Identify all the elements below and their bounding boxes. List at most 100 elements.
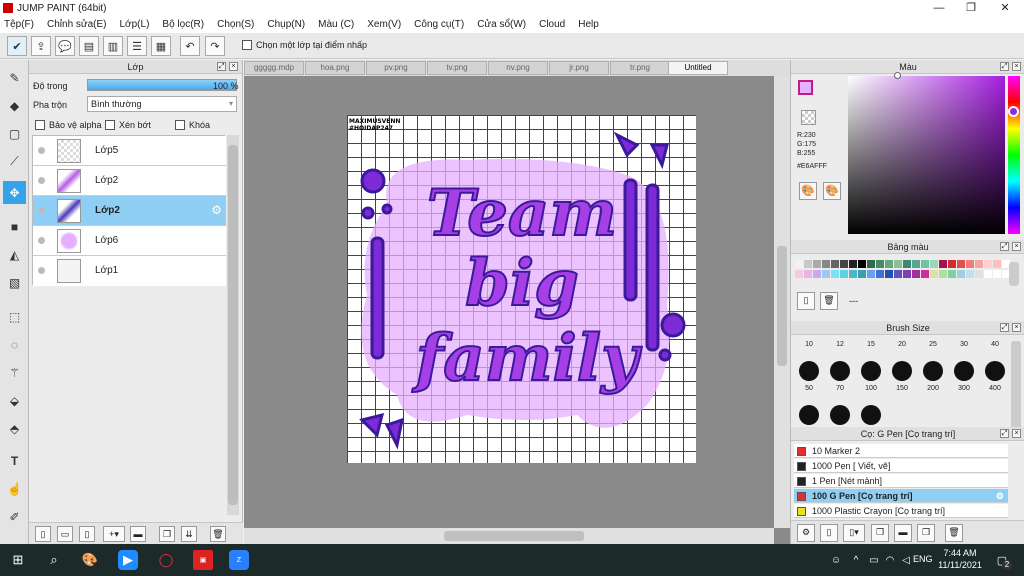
palette-swatch[interactable] — [894, 260, 902, 268]
palette-swatch[interactable] — [903, 260, 911, 268]
brush-settings-icon[interactable]: ⚙ — [797, 524, 815, 542]
palette-swatch[interactable] — [876, 270, 884, 278]
tab-document[interactable]: hoa.png — [305, 61, 365, 75]
tab-document[interactable]: tr.png — [610, 61, 670, 75]
hue-slider[interactable] — [1008, 76, 1020, 234]
vertical-scroll-thumb[interactable] — [777, 246, 787, 366]
delete-palette-color-icon[interactable]: 🗑 — [820, 292, 838, 310]
brush-size-dot[interactable] — [892, 361, 912, 381]
palette-swatch[interactable] — [858, 270, 866, 278]
tab-document-active[interactable]: Untitled — [668, 61, 728, 75]
palette-swatch[interactable] — [930, 260, 938, 268]
add-brush-menu-icon[interactable]: ▯▾ — [843, 524, 865, 542]
lasso-select-icon[interactable]: ◌ — [3, 333, 26, 356]
brush-size-dot[interactable] — [923, 361, 943, 381]
palette-swatch[interactable] — [840, 270, 848, 278]
palette-swatch[interactable] — [804, 260, 812, 268]
select-eraser-icon[interactable]: ⬘ — [3, 417, 26, 440]
layer-scroll-thumb[interactable] — [228, 145, 238, 505]
list-icon[interactable]: ☰ — [127, 36, 147, 56]
palette-swatch[interactable] — [957, 270, 965, 278]
palette-swatch[interactable] — [876, 260, 884, 268]
current-color-swatch[interactable] — [798, 80, 813, 95]
palette-swatch[interactable] — [822, 270, 830, 278]
menu-capture[interactable]: Chụp(N) — [267, 19, 305, 30]
canvas-vertical-scrollbar[interactable] — [774, 76, 790, 528]
language-indicator[interactable]: ENG — [913, 554, 933, 564]
message-icon[interactable]: ▤ — [79, 36, 99, 56]
palette-edit-icon[interactable]: 🎨 — [823, 182, 841, 200]
folder-icon[interactable]: ▬ — [130, 526, 146, 542]
document-canvas[interactable]: Team big family MAXIMUSVENN #HOIDAP247 — [347, 115, 696, 463]
palette-swatch[interactable] — [993, 260, 1001, 268]
brush-size-dot[interactable] — [861, 405, 881, 425]
menu-filter[interactable]: Bộ lọc(R) — [162, 19, 204, 30]
horizontal-scroll-thumb[interactable] — [444, 531, 584, 541]
eraser-tool-icon[interactable]: ◆ — [3, 94, 26, 117]
blend-mode-select[interactable]: Bình thường ▾ — [87, 96, 237, 112]
palette-swatch[interactable] — [831, 260, 839, 268]
bucket-tool-icon[interactable]: ◭ — [3, 243, 26, 266]
menu-cloud[interactable]: Cloud — [539, 19, 565, 30]
add-layer-menu-icon[interactable]: +▾ — [103, 526, 125, 542]
visibility-icon[interactable] — [38, 207, 45, 214]
brush-item[interactable]: 1000 Pen [ Viết, vẽ] — [794, 459, 1008, 473]
redo-button[interactable]: ↷ — [205, 36, 225, 56]
zoom-app-icon[interactable]: ▶ — [118, 550, 138, 570]
palette-swatch[interactable] — [948, 260, 956, 268]
add-palette-color-icon[interactable]: ▯ — [797, 292, 815, 310]
saturation-value-picker[interactable] — [848, 72, 1005, 234]
brush-size-dot[interactable] — [985, 361, 1005, 381]
menu-window[interactable]: Cửa sổ(W) — [477, 19, 526, 30]
brush-item[interactable]: 100 G Pen [Cọ trang trí] ⚙ — [794, 489, 1008, 503]
visibility-icon[interactable] — [38, 237, 45, 244]
zalo-icon[interactable]: Z — [229, 550, 249, 570]
visibility-icon[interactable] — [38, 147, 45, 154]
grid-edit-icon[interactable]: ▦ — [151, 36, 171, 56]
minimize-button[interactable]: — — [924, 0, 954, 16]
rect-select-icon[interactable]: ⬚ — [3, 305, 26, 328]
chevron-up-icon[interactable]: ^ — [846, 550, 866, 570]
duplicate-icon[interactable]: ❐ — [159, 526, 175, 542]
picker-cursor[interactable] — [894, 72, 901, 79]
lock-option[interactable]: Khóa — [175, 120, 210, 130]
palette-swatch[interactable] — [912, 270, 920, 278]
search-icon[interactable]: ⌕ — [44, 550, 64, 570]
copy-brush-icon[interactable]: ❐ — [871, 524, 889, 542]
menu-view[interactable]: Xem(V) — [367, 19, 401, 30]
new-layer-8bit-icon[interactable]: ▭ — [57, 526, 73, 542]
palette-swatch[interactable] — [975, 260, 983, 268]
people-icon[interactable]: ☺ — [826, 550, 846, 570]
palette-swatch[interactable] — [867, 260, 875, 268]
palette-swatch[interactable] — [975, 270, 983, 278]
eyedropper-tool-icon[interactable]: ✐ — [3, 505, 26, 528]
menu-color[interactable]: Màu (C) — [318, 19, 354, 30]
close-button[interactable]: ✕ — [990, 0, 1020, 16]
menu-layer[interactable]: Lớp(L) — [120, 19, 150, 30]
palette-swatch[interactable] — [921, 270, 929, 278]
merge-down-icon[interactable]: ⇊ — [181, 526, 197, 542]
palette-swatch[interactable] — [885, 270, 893, 278]
palette-swatch[interactable] — [948, 270, 956, 278]
menu-tools[interactable]: Công cụ(T) — [414, 19, 464, 30]
palette-swatch[interactable] — [984, 260, 992, 268]
layer-row[interactable]: Lớp6 — [33, 226, 226, 256]
canvas-horizontal-scrollbar[interactable] — [244, 528, 774, 544]
tab-document[interactable]: pv.png — [366, 61, 426, 75]
brush-tool-icon[interactable]: ✎ — [3, 66, 26, 89]
new-brush-icon[interactable]: ▯ — [820, 524, 838, 542]
palette-swatch[interactable] — [966, 270, 974, 278]
undo-button[interactable]: ↶ — [180, 36, 200, 56]
select-layer-on-click[interactable]: Chọn một lớp tại điểm nhấp — [242, 40, 367, 50]
move-tool-icon[interactable]: ✥ — [3, 181, 26, 204]
line-tool-icon[interactable]: ⟋ — [3, 150, 26, 173]
document-icon[interactable]: ▥ — [103, 36, 123, 56]
clipping-option[interactable]: Xén bớt — [105, 120, 151, 130]
palette-swatch[interactable] — [966, 260, 974, 268]
clock[interactable]: 7:44 AM 11/11/2021 — [936, 547, 984, 571]
clipping-checkbox[interactable] — [105, 120, 115, 130]
palette-swatch[interactable] — [858, 260, 866, 268]
layer-row-selected[interactable]: Lớp2 ⚙ — [33, 196, 226, 226]
palette-swatch[interactable] — [813, 270, 821, 278]
magic-wand-icon[interactable]: ⚚ — [3, 361, 26, 384]
